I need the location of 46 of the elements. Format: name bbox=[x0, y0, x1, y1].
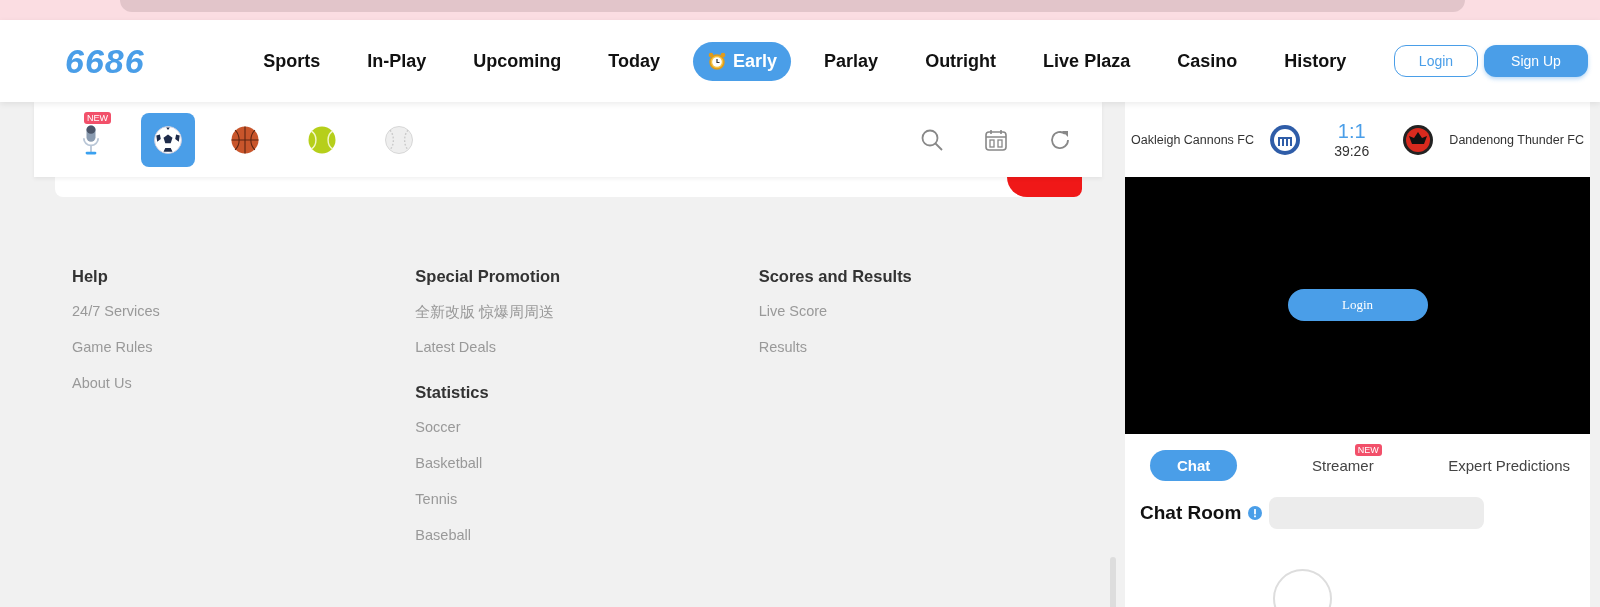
calendar-icon[interactable] bbox=[984, 127, 1008, 152]
footer-link[interactable]: Results bbox=[758, 339, 1102, 375]
nav-tab[interactable]: Early bbox=[693, 41, 792, 81]
team-crest-icon bbox=[1402, 123, 1434, 156]
sign-up-button[interactable]: Sign Up bbox=[1484, 45, 1588, 77]
chat-room-title: Chat Room bbox=[1140, 502, 1242, 524]
footer-link[interactable]: Game Rules bbox=[72, 339, 416, 375]
section-heading: Statistics bbox=[415, 383, 490, 403]
search-icon[interactable] bbox=[920, 127, 944, 152]
chat-tab[interactable]: Chat bbox=[1150, 450, 1238, 481]
nav-tab[interactable]: History bbox=[1270, 41, 1361, 81]
footer-link[interactable]: Basketball bbox=[415, 455, 759, 491]
footer-link[interactable]: Soccer bbox=[415, 419, 759, 455]
section-heading: Special Promotion bbox=[415, 267, 562, 287]
footer-link[interactable]: About Us bbox=[72, 375, 416, 411]
nav-tab[interactable]: Parlay bbox=[810, 41, 893, 81]
new-badge: NEW bbox=[1354, 444, 1382, 456]
team-name: Oakleigh Cannons FC bbox=[1131, 132, 1254, 147]
team-name: Dandenong Thunder FC bbox=[1449, 132, 1584, 147]
chat-tab[interactable]: Expert Predictions bbox=[1448, 450, 1570, 481]
logo[interactable]: 6686 bbox=[65, 41, 215, 81]
team-crest-icon bbox=[1269, 123, 1302, 156]
match-time: 39:26 bbox=[1334, 143, 1370, 159]
footer-link[interactable]: Latest Deals bbox=[415, 339, 759, 375]
nav-tab[interactable]: Outright bbox=[911, 41, 1011, 81]
info-icon[interactable] bbox=[1248, 506, 1263, 520]
nav-tab[interactable]: Today bbox=[594, 41, 675, 81]
new-badge: NEW bbox=[84, 111, 111, 124]
footer-link[interactable]: 24/7 Services bbox=[72, 303, 416, 339]
footer-link[interactable]: Tennis bbox=[415, 491, 759, 527]
footer-link[interactable]: Live Score bbox=[758, 303, 1102, 339]
footer-link[interactable]: Baseball bbox=[415, 527, 759, 563]
nav-tab[interactable]: Upcoming bbox=[459, 41, 576, 81]
sport-tab[interactable]: NEW bbox=[64, 112, 118, 167]
alarm-clock-icon bbox=[707, 51, 728, 71]
login-button[interactable]: Login bbox=[1394, 45, 1478, 77]
nav-tab[interactable]: Sports bbox=[249, 41, 335, 81]
sport-tab[interactable] bbox=[141, 112, 195, 167]
section-heading: Help bbox=[72, 267, 109, 287]
login-button[interactable]: Login bbox=[1287, 288, 1428, 321]
section-heading: Scores and Results bbox=[758, 267, 913, 287]
nav-tab[interactable]: Casino bbox=[1163, 41, 1252, 81]
nav-tab[interactable]: Live Plaza bbox=[1029, 41, 1145, 81]
footer-link[interactable]: 全新改版 惊爆周周送 bbox=[415, 303, 759, 339]
match-score: 1:1 bbox=[1337, 120, 1366, 143]
nav-tab[interactable]: In-Play bbox=[353, 41, 441, 81]
